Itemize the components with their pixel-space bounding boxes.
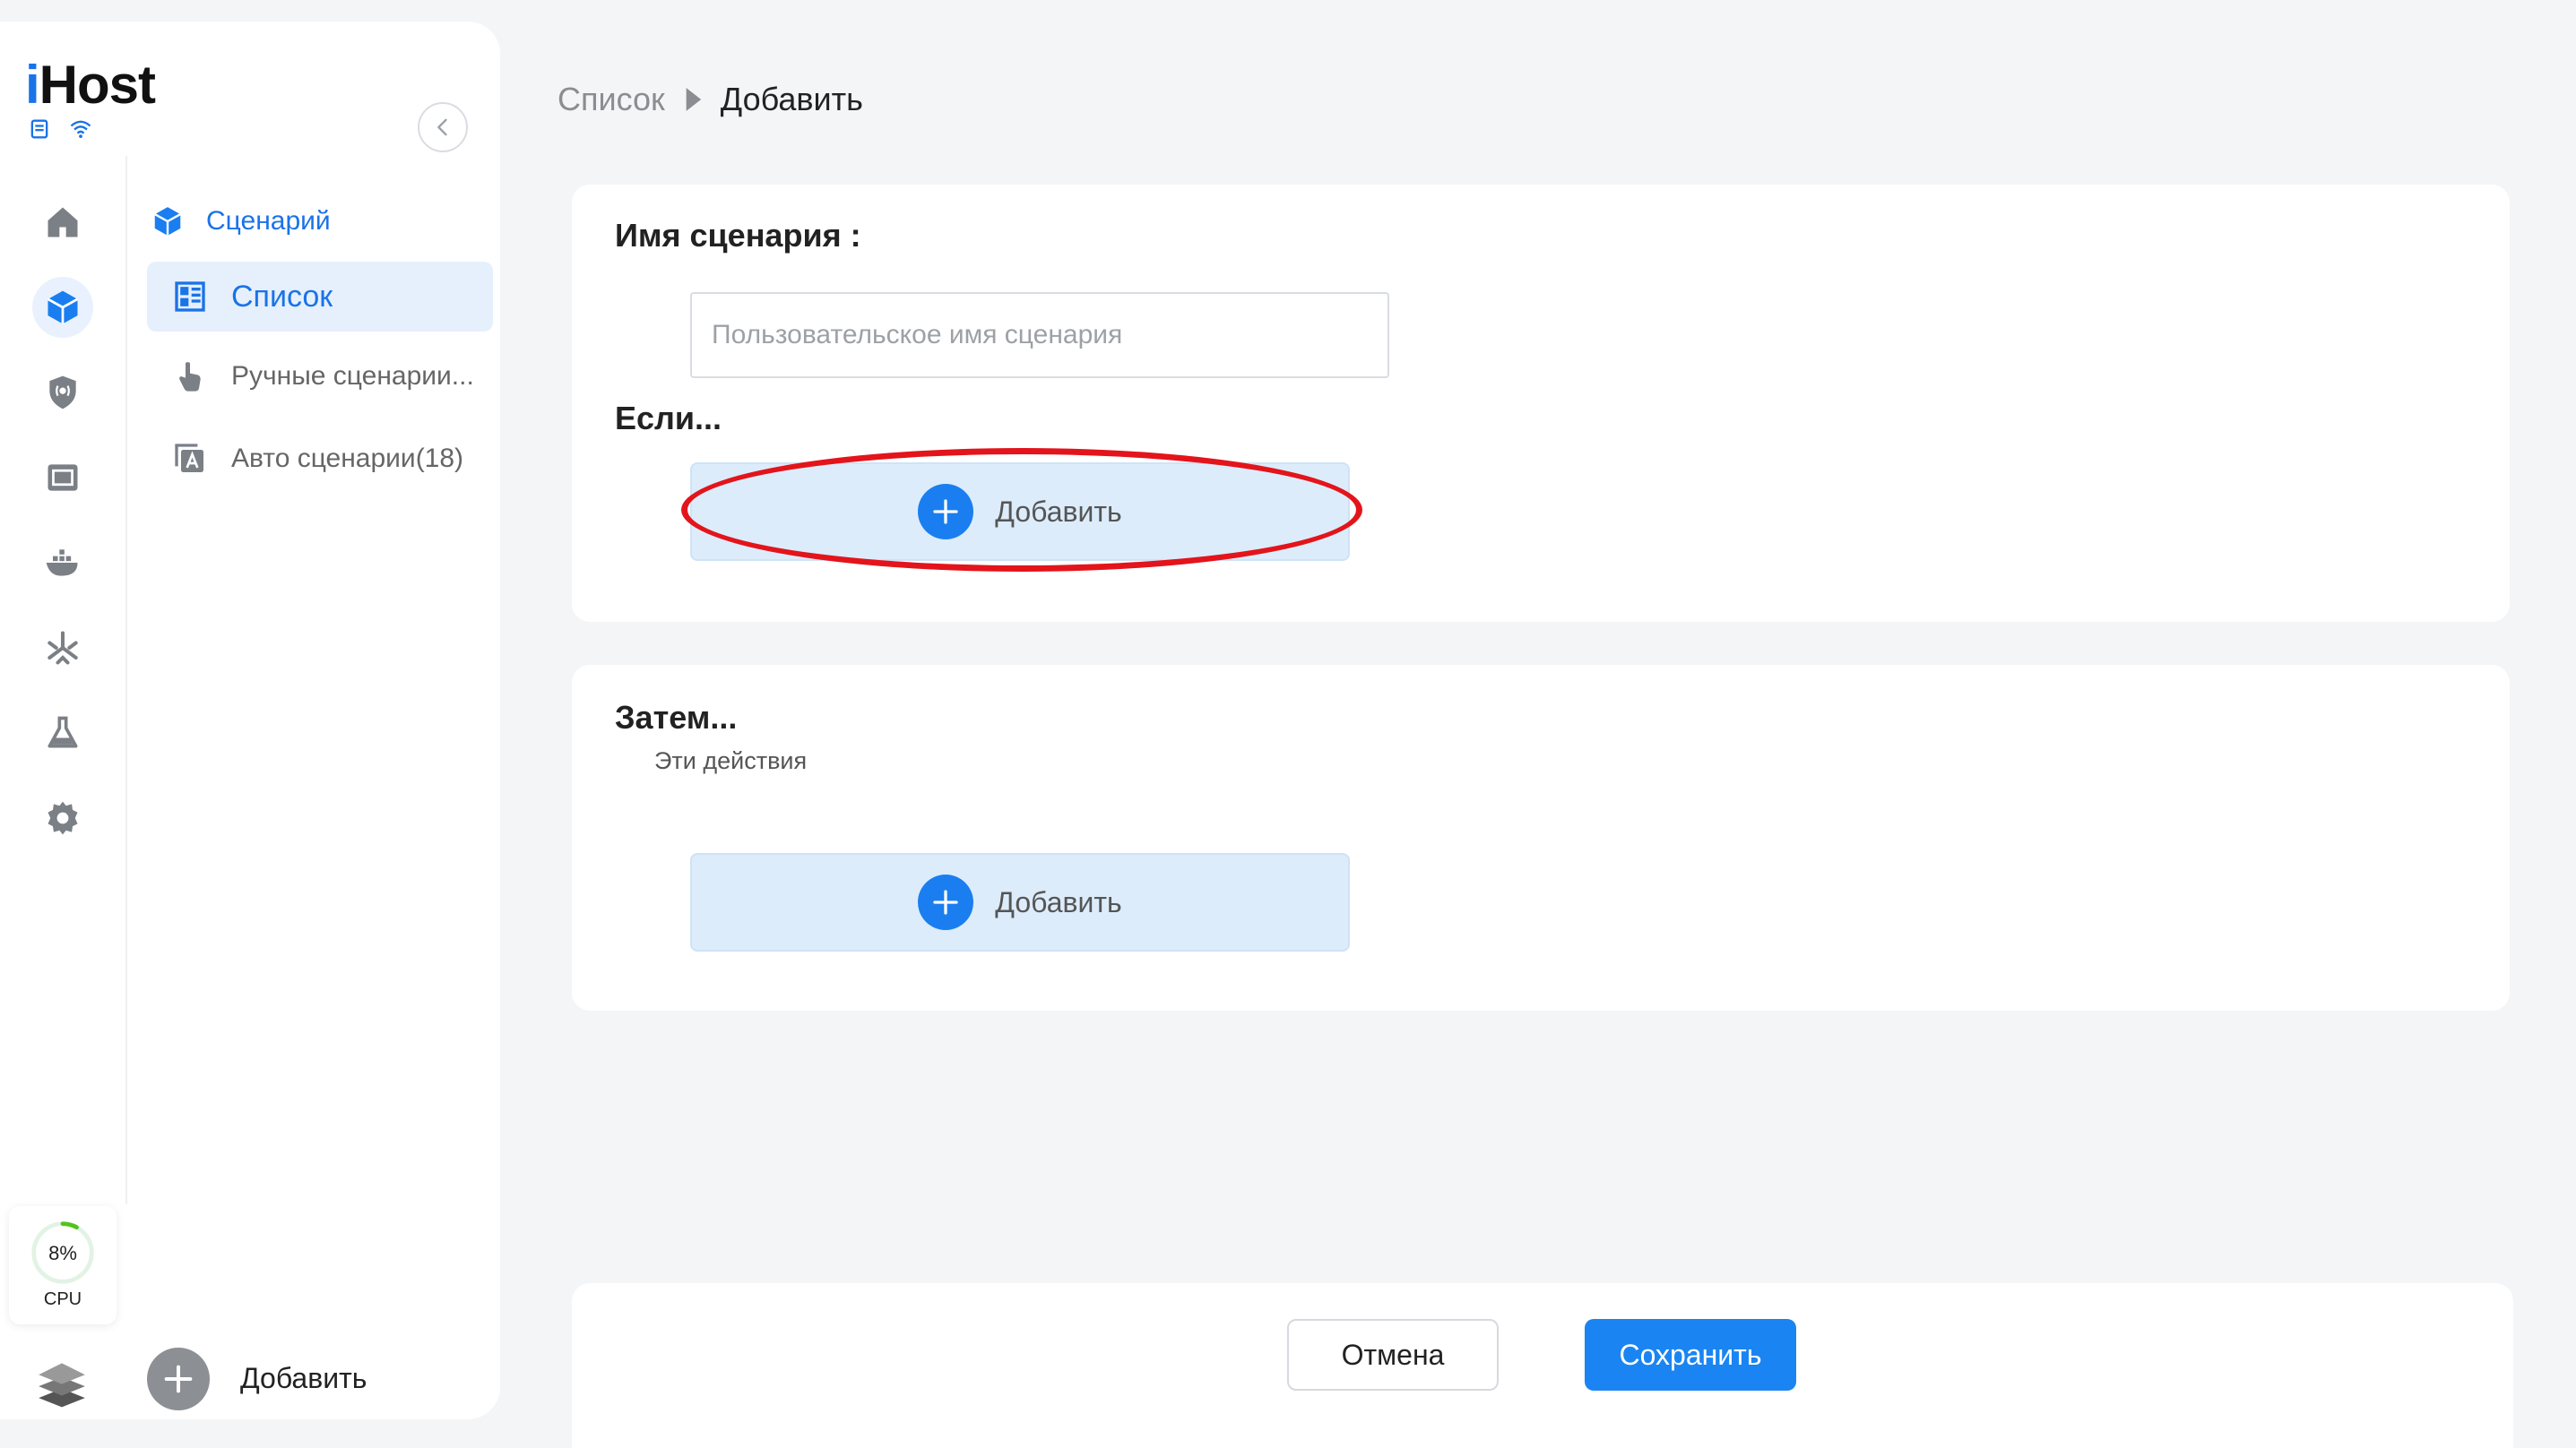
condition-card: Имя сценария : Если... Добавить [572, 185, 2510, 622]
sidebar-item-list[interactable]: Список [147, 262, 493, 332]
cancel-button[interactable]: Отмена [1287, 1319, 1499, 1391]
nav-matter[interactable] [32, 617, 93, 678]
docker-icon [46, 549, 78, 576]
collapse-sidebar-button[interactable] [418, 102, 468, 152]
cpu-value: 8% [48, 1242, 77, 1264]
breadcrumb: Список Добавить [558, 81, 863, 118]
status-icons [27, 116, 93, 142]
breadcrumb-current: Добавить [720, 81, 863, 117]
layers-icon[interactable] [34, 1354, 90, 1409]
nav-display[interactable] [32, 447, 93, 508]
add-action-label: Добавить [995, 885, 1122, 918]
then-title: Затем... [615, 699, 738, 736]
footer-bar: Отмена Сохранить [572, 1283, 2513, 1448]
nav-settings[interactable] [32, 788, 93, 849]
screen-icon [48, 464, 78, 491]
wifi-icon [70, 120, 91, 139]
save-button[interactable]: Сохранить [1585, 1319, 1796, 1391]
app-logo: iHost [25, 54, 156, 116]
nav-docker[interactable] [32, 532, 93, 593]
caret-right-icon [686, 88, 701, 111]
sidebar-add-label[interactable]: Добавить [240, 1362, 367, 1395]
flask-icon [48, 716, 78, 748]
scene-name-input[interactable] [690, 292, 1389, 378]
shield-icon [49, 375, 76, 409]
plus-circle-icon [918, 484, 974, 539]
sidebar-add-button[interactable] [147, 1348, 210, 1410]
cube-icon [154, 207, 181, 236]
menu-group-label: Сценарий [206, 206, 331, 236]
cpu-widget: 8% CPU [9, 1206, 117, 1324]
breadcrumb-parent[interactable]: Список [558, 81, 665, 118]
cube-icon [47, 290, 79, 324]
nav-security[interactable] [32, 362, 93, 423]
sidebar-menu: Сценарий Список Ручные сценарии... Авто … [147, 201, 493, 496]
nav-lab[interactable] [32, 702, 93, 763]
add-action-button[interactable]: Добавить [690, 853, 1350, 952]
if-title: Если... [615, 400, 722, 436]
add-condition-button[interactable]: Добавить [690, 462, 1350, 561]
grid-list-icon [175, 281, 205, 312]
logo-prefix: i [25, 55, 40, 115]
sidebar-item-label: Список [231, 279, 333, 314]
rail-divider [125, 156, 127, 1204]
hand-pointer-icon [179, 362, 201, 392]
action-card: Затем... Эти действия Добавить [572, 665, 2510, 1011]
sidebar-item-label: Ручные сценарии... [231, 361, 474, 391]
device-status-icon [30, 119, 48, 139]
add-condition-label: Добавить [995, 495, 1122, 528]
chevron-left-icon [437, 118, 447, 136]
nav-home[interactable] [32, 192, 93, 253]
sidebar-item-label: Авто сценарии(18) [231, 444, 464, 473]
plus-icon [164, 1365, 193, 1393]
logo-suffix: Host [39, 55, 156, 115]
sidebar-item-manual[interactable]: Ручные сценарии... [147, 339, 493, 414]
matter-icon [48, 631, 78, 665]
sidebar-item-auto[interactable]: Авто сценарии(18) [147, 421, 493, 496]
plus-circle-icon [918, 875, 974, 930]
gear-icon [48, 801, 78, 835]
nav-rail [32, 192, 93, 873]
sidebar: iHost Сценарий Список Ручные сценарии...… [0, 22, 500, 1419]
scene-name-title: Имя сценария : [615, 217, 861, 254]
menu-group-scenes[interactable]: Сценарий [147, 201, 493, 242]
nav-scenes[interactable] [32, 277, 93, 338]
home-icon [48, 207, 78, 237]
cpu-label: CPU [43, 1289, 82, 1309]
auto-icon [175, 444, 203, 472]
then-subtitle: Эти действия [654, 747, 808, 774]
